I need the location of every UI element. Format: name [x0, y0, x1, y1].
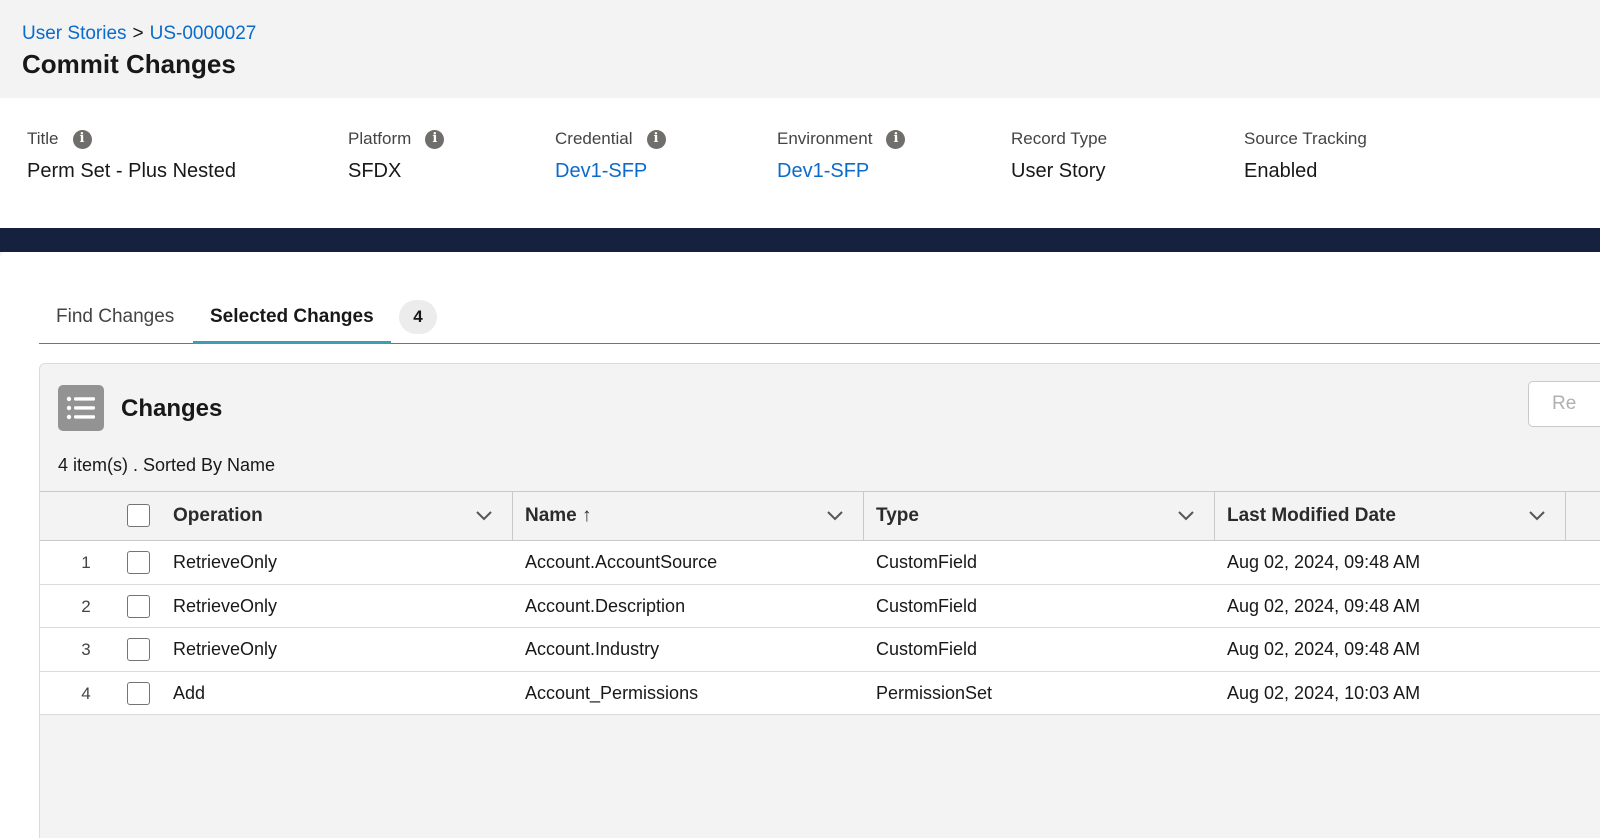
column-divider[interactable] — [863, 492, 864, 540]
field-source-tracking: Source Tracking Enabled — [1244, 128, 1367, 184]
chevron-down-icon[interactable] — [826, 508, 844, 524]
info-icon[interactable]: i — [72, 129, 92, 149]
row-number: 3 — [81, 640, 91, 659]
sort-ascending-icon: ↑ — [582, 505, 592, 526]
table-row[interactable]: 1 RetrieveOnly Account.AccountSource Cus… — [40, 541, 1600, 585]
table-header: Operation Name ↑ Type Last Modified Date — [40, 491, 1600, 541]
cell-last-modified: Aug 02, 2024, 09:48 AM — [1227, 552, 1421, 572]
row-checkbox[interactable] — [127, 638, 150, 661]
info-icon[interactable]: i — [646, 129, 666, 149]
column-header-type[interactable]: Type — [876, 492, 919, 540]
cell-last-modified: Aug 02, 2024, 10:03 AM — [1227, 682, 1421, 703]
tab-selected-changes[interactable]: Selected Changes — [193, 296, 391, 344]
breadcrumb-user-stories-link[interactable]: User Stories — [22, 23, 127, 44]
field-record-type-value: User Story — [1011, 160, 1106, 182]
select-all-checkbox[interactable] — [127, 504, 150, 527]
field-title-value: Perm Set - Plus Nested — [27, 160, 236, 182]
row-checkbox[interactable] — [127, 594, 150, 618]
cell-operation: RetrieveOnly — [173, 639, 278, 659]
tab-find-changes[interactable]: Find Changes — [39, 296, 191, 344]
cell-type: CustomField — [876, 595, 978, 616]
field-record-type: Record Type User Story — [1011, 128, 1107, 184]
field-platform-label: Platform — [348, 129, 412, 148]
field-platform-value: SFDX — [348, 160, 402, 182]
cell-type: CustomField — [876, 552, 978, 572]
row-number: 2 — [81, 596, 91, 616]
card-title: Changes — [121, 395, 223, 422]
table-row[interactable]: 4 Add Account_Permissions PermissionSet … — [40, 671, 1600, 715]
row-number: 4 — [81, 683, 91, 703]
info-icon[interactable]: i — [425, 129, 445, 149]
page-title: Commit Changes — [22, 49, 236, 79]
breadcrumb-separator: > — [132, 23, 144, 44]
field-source-tracking-label: Source Tracking — [1244, 129, 1367, 148]
column-header-name[interactable]: Name ↑ — [525, 492, 592, 540]
info-icon[interactable]: i — [886, 129, 906, 149]
chevron-down-icon[interactable] — [1177, 508, 1195, 524]
cell-name: Account.Industry — [525, 639, 660, 659]
table-row[interactable]: 3 RetrieveOnly Account.Industry CustomFi… — [40, 628, 1600, 672]
tab-bar: Find Changes Selected Changes 4 — [39, 296, 1600, 344]
list-icon — [58, 385, 104, 431]
row-number: 1 — [81, 553, 91, 572]
header-divider-band — [0, 228, 1600, 252]
cell-operation: RetrieveOnly — [173, 595, 278, 616]
card-action-button[interactable]: Re — [1528, 381, 1600, 427]
field-environment-label: Environment — [777, 129, 873, 148]
cell-last-modified: Aug 02, 2024, 09:48 AM — [1227, 639, 1421, 659]
page-header: User Stories > US-0000027 Commit Changes — [0, 0, 1600, 98]
cell-last-modified: Aug 02, 2024, 09:48 AM — [1227, 595, 1421, 616]
cell-name: Account.Description — [525, 595, 686, 616]
row-checkbox[interactable] — [127, 681, 150, 705]
breadcrumb-record-link[interactable]: US-0000027 — [150, 23, 257, 44]
field-record-type-label: Record Type — [1011, 129, 1108, 148]
field-credential-label: Credential — [555, 129, 633, 148]
field-environment: Environment i Dev1-SFP — [777, 128, 906, 184]
column-divider[interactable] — [512, 492, 513, 540]
field-title-label: Title — [27, 129, 59, 148]
chevron-down-icon[interactable] — [475, 508, 493, 524]
field-platform: Platform i SFDX — [348, 128, 445, 184]
cell-type: PermissionSet — [876, 682, 993, 703]
cell-type: CustomField — [876, 639, 978, 659]
field-source-tracking-value: Enabled — [1244, 160, 1318, 182]
item-count-summary: 4 item(s) . Sorted By Name — [58, 455, 276, 475]
cell-operation: Add — [173, 682, 206, 703]
column-header-operation[interactable]: Operation — [173, 492, 263, 540]
cell-operation: RetrieveOnly — [173, 552, 278, 572]
main-panel: Find Changes Selected Changes 4 Changes … — [0, 252, 1600, 838]
column-header-name-label: Name — [525, 505, 577, 526]
chevron-down-icon[interactable] — [1528, 508, 1546, 524]
column-header-last-modified[interactable]: Last Modified Date — [1227, 492, 1396, 540]
field-credential-link[interactable]: Dev1-SFP — [555, 158, 666, 184]
field-credential: Credential i Dev1-SFP — [555, 128, 666, 184]
field-title: Title i Perm Set - Plus Nested — [27, 128, 236, 184]
changes-table: Operation Name ↑ Type Last Modified Date… — [40, 491, 1600, 715]
changes-card: Changes Re 4 item(s) . Sorted By Name Op… — [39, 363, 1600, 838]
cell-name: Account_Permissions — [525, 682, 699, 703]
row-checkbox[interactable] — [127, 551, 150, 574]
field-environment-link[interactable]: Dev1-SFP — [777, 158, 905, 184]
table-row[interactable]: 2 RetrieveOnly Account.Description Custo… — [40, 584, 1600, 628]
selected-count-badge: 4 — [399, 300, 437, 334]
column-divider[interactable] — [1214, 492, 1215, 540]
cell-name: Account.AccountSource — [525, 552, 718, 572]
column-divider[interactable] — [1565, 492, 1566, 540]
record-details: Title i Perm Set - Plus Nested Platform i … — [0, 98, 1600, 228]
breadcrumb: User Stories > US-0000027 — [22, 22, 256, 46]
